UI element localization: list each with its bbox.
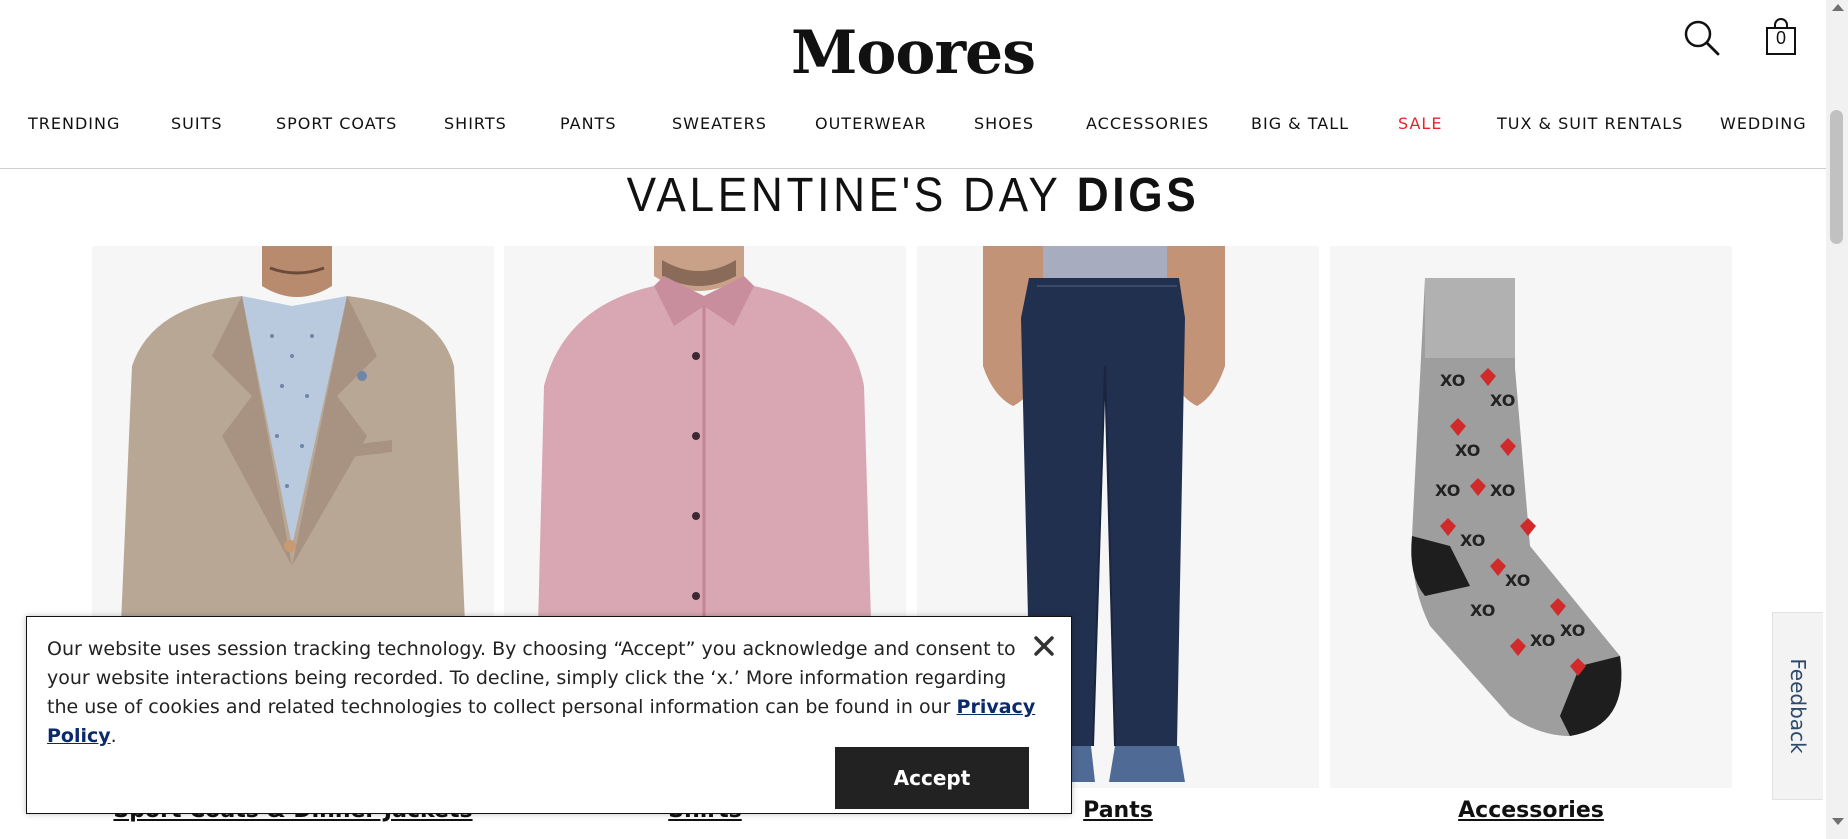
svg-text:XO: XO bbox=[1435, 481, 1460, 500]
cookie-message: Our website uses session tracking techno… bbox=[47, 635, 1037, 751]
headline-bold: DIGS bbox=[1076, 169, 1200, 222]
category-tile-accessories[interactable]: XO XO XO XO XO XO XO XO XO XO bbox=[1330, 246, 1732, 788]
nav-item-trending[interactable]: TRENDING bbox=[28, 114, 120, 133]
svg-text:XO: XO bbox=[1490, 481, 1515, 500]
nav-item-big-tall[interactable]: BIG & TALL bbox=[1251, 114, 1349, 133]
svg-text:XO: XO bbox=[1505, 571, 1530, 590]
svg-text:XO: XO bbox=[1460, 531, 1485, 550]
cookie-text-end: . bbox=[110, 725, 117, 747]
feedback-tab[interactable]: Feedback bbox=[1772, 612, 1823, 800]
scroll-down-arrow-icon[interactable] bbox=[1832, 818, 1844, 825]
svg-text:XO: XO bbox=[1490, 391, 1515, 410]
nav-item-sale[interactable]: SALE bbox=[1398, 114, 1442, 133]
xo-sock-image: XO XO XO XO XO XO XO XO XO XO bbox=[1330, 246, 1732, 788]
feedback-label: Feedback bbox=[1786, 658, 1810, 754]
nav-item-outerwear[interactable]: OUTERWEAR bbox=[815, 114, 927, 133]
category-label-accessories[interactable]: Accessories bbox=[1330, 798, 1732, 823]
svg-text:XO: XO bbox=[1440, 371, 1465, 390]
promo-headline: VALENTINE'S DAY DIGS bbox=[73, 168, 1753, 223]
nav-item-pants[interactable]: PANTS bbox=[560, 114, 616, 133]
cart-button[interactable]: 0 bbox=[1764, 18, 1798, 56]
nav-item-shirts[interactable]: SHIRTS bbox=[444, 114, 507, 133]
nav-item-sweaters[interactable]: SWEATERS bbox=[672, 114, 767, 133]
site-header: Moores 0 TRENDING SUITS SPORT COATS SHIR… bbox=[0, 0, 1826, 169]
nav-item-accessories[interactable]: ACCESSORIES bbox=[1086, 114, 1209, 133]
nav-item-shoes[interactable]: SHOES bbox=[974, 114, 1034, 133]
accept-button[interactable]: Accept bbox=[835, 747, 1029, 809]
scrollbar-thumb[interactable] bbox=[1830, 110, 1843, 244]
search-icon bbox=[1684, 20, 1720, 56]
close-icon bbox=[1034, 636, 1054, 656]
nav-item-tux-suit-rentals[interactable]: TUX & SUIT RENTALS bbox=[1497, 114, 1683, 133]
nav-item-sport-coats[interactable]: SPORT COATS bbox=[276, 114, 397, 133]
svg-text:XO: XO bbox=[1560, 621, 1585, 640]
svg-text:XO: XO bbox=[1530, 631, 1555, 650]
svg-text:XO: XO bbox=[1455, 441, 1480, 460]
headline-light: VALENTINE'S DAY bbox=[626, 169, 1061, 222]
search-button[interactable] bbox=[1682, 18, 1722, 58]
nav-item-wedding[interactable]: WEDDING bbox=[1720, 114, 1807, 133]
cookie-close-button[interactable] bbox=[1031, 633, 1057, 659]
nav-item-suits[interactable]: SUITS bbox=[171, 114, 223, 133]
scroll-up-arrow-icon[interactable] bbox=[1832, 4, 1844, 11]
cart-count: 0 bbox=[1775, 28, 1786, 48]
site-logo[interactable]: Moores bbox=[0, 18, 1826, 88]
svg-text:XO: XO bbox=[1470, 601, 1495, 620]
cookie-text: Our website uses session tracking techno… bbox=[47, 638, 1016, 718]
cookie-consent-banner: Our website uses session tracking techno… bbox=[26, 616, 1072, 814]
main-nav: TRENDING SUITS SPORT COATS SHIRTS PANTS … bbox=[0, 114, 1826, 138]
